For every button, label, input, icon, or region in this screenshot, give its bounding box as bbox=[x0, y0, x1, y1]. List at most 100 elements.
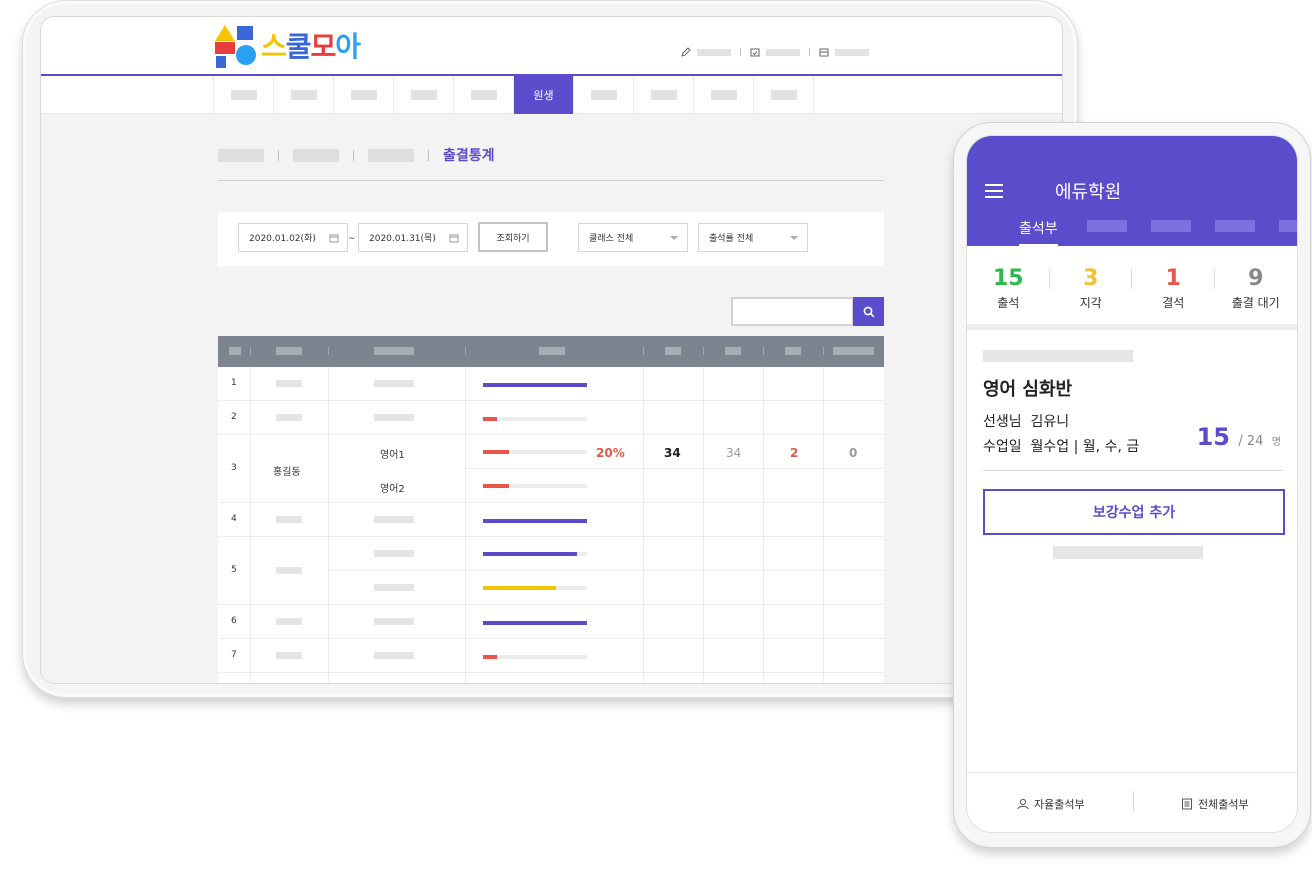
app-header: 에듀학원 출석부 bbox=[967, 136, 1297, 247]
stat-absent[interactable]: 1 결석 bbox=[1132, 246, 1215, 324]
nav-item-9[interactable] bbox=[694, 76, 754, 114]
phone-device: 에듀학원 출석부 15 출석 3 지각 1 결석 9 출결 대기 영어 심화반 … bbox=[953, 122, 1311, 848]
hamburger-menu-icon[interactable] bbox=[985, 184, 1003, 198]
class-name: 영어2 bbox=[380, 484, 405, 495]
date-to-value: 2020.01.31(목) bbox=[369, 234, 436, 244]
date-range-separator: ~ bbox=[348, 234, 356, 244]
nav-item-5[interactable] bbox=[454, 76, 514, 114]
tab-5[interactable] bbox=[1279, 220, 1297, 232]
attendance-table: 1 2 3 홍길동 영어1 영어2 20% 34 34 2 0 4 5 6 7 bbox=[218, 336, 884, 683]
tab-attendance-book[interactable]: 출석부 bbox=[1019, 218, 1058, 247]
column-header-no bbox=[229, 347, 241, 355]
row-number: 7 bbox=[231, 650, 237, 660]
calendar-icon bbox=[449, 234, 459, 243]
class-select[interactable]: 클래스 전체 bbox=[578, 223, 688, 252]
table-row[interactable]: 1 bbox=[218, 367, 884, 401]
list-icon bbox=[1182, 798, 1192, 810]
logo[interactable]: 스쿨모아 bbox=[213, 23, 378, 71]
divider bbox=[353, 149, 354, 161]
class-name: 영어1 bbox=[380, 450, 405, 461]
present-count: 34 bbox=[726, 446, 742, 460]
table-row[interactable]: 7 bbox=[218, 639, 884, 673]
stat-label: 결석 bbox=[1162, 296, 1185, 310]
class-placeholder bbox=[374, 584, 414, 591]
table-row[interactable]: 3 홍길동 영어1 영어2 20% 34 34 2 0 bbox=[218, 435, 884, 503]
add-makeup-class-button[interactable]: 보강수업 추가 bbox=[983, 489, 1285, 535]
column-header-class bbox=[374, 347, 414, 355]
stat-present[interactable]: 15 출석 bbox=[967, 246, 1050, 324]
nav-label-placeholder bbox=[230, 90, 257, 100]
logo-text-3: 모 bbox=[310, 30, 337, 63]
row-number: 6 bbox=[231, 616, 237, 626]
nav-item-8[interactable] bbox=[634, 76, 694, 114]
nav-item-2[interactable] bbox=[274, 76, 334, 114]
nav-item-3[interactable] bbox=[334, 76, 394, 114]
self-attendance-label: 자율출석부 bbox=[1034, 798, 1085, 811]
date-from-field[interactable]: 2020.01.02(화) bbox=[238, 223, 348, 252]
attendance-rate-bar bbox=[483, 417, 587, 421]
class-select-value: 클래스 전체 bbox=[589, 234, 634, 244]
table-row[interactable]: 6 bbox=[218, 605, 884, 639]
chevron-down-icon bbox=[790, 236, 798, 240]
table-header bbox=[218, 336, 884, 367]
stat-pending[interactable]: 9 출결 대기 bbox=[1215, 246, 1298, 324]
utility-link-2[interactable] bbox=[766, 48, 800, 56]
divider bbox=[967, 324, 1297, 330]
attendance-rate-fill bbox=[483, 417, 497, 421]
column-header-absent bbox=[833, 347, 874, 355]
tab-3[interactable] bbox=[1151, 220, 1191, 232]
search-input[interactable] bbox=[731, 297, 854, 326]
breadcrumb-item-2[interactable] bbox=[293, 148, 339, 162]
nav-item-7[interactable] bbox=[574, 76, 634, 114]
divider bbox=[823, 347, 824, 355]
column-header-total bbox=[665, 347, 681, 355]
all-attendance-label: 전체출석부 bbox=[1198, 798, 1249, 811]
attendance-rate-fill bbox=[483, 552, 577, 556]
utility-link-1[interactable] bbox=[697, 48, 731, 56]
date-to-field[interactable]: 2020.01.31(목) bbox=[358, 223, 468, 252]
attendance-rate-fill bbox=[483, 586, 556, 590]
user-icon bbox=[1017, 798, 1029, 810]
logo-text-2: 쿨 bbox=[285, 30, 312, 63]
breadcrumb-item-1[interactable] bbox=[218, 148, 264, 162]
table-row[interactable]: 2 bbox=[218, 401, 884, 435]
self-attendance-button[interactable]: 자율출석부 bbox=[1017, 796, 1085, 812]
breadcrumb: 출결통계 bbox=[218, 145, 495, 165]
nav-label-placeholder bbox=[590, 90, 617, 100]
utility-links bbox=[681, 47, 869, 57]
table-row[interactable]: 5 bbox=[218, 537, 884, 605]
stat-late[interactable]: 3 지각 bbox=[1050, 246, 1132, 324]
late-count: 2 bbox=[790, 446, 799, 460]
search-button[interactable] bbox=[853, 297, 884, 326]
breadcrumb-current: 출결통계 bbox=[443, 148, 495, 164]
class-day-label: 수업일 bbox=[983, 439, 1022, 455]
query-button[interactable]: 조회하기 bbox=[478, 222, 548, 252]
utility-link-3[interactable] bbox=[835, 48, 869, 56]
nav-item-4[interactable] bbox=[394, 76, 454, 114]
divider bbox=[428, 149, 429, 161]
calendar-icon bbox=[329, 234, 339, 243]
tablet-screen: 스쿨모아 원생 출결통계 2020.01.02(화) ~ 2020.01.31(… bbox=[40, 16, 1063, 684]
tab-2[interactable] bbox=[1087, 220, 1127, 232]
stat-number: 1 bbox=[1165, 266, 1181, 291]
breadcrumb-item-3[interactable] bbox=[368, 148, 414, 162]
divider bbox=[328, 347, 329, 355]
date-from-value: 2020.01.02(화) bbox=[249, 234, 316, 244]
row-number: 3 bbox=[231, 463, 237, 473]
nav-item-1[interactable] bbox=[214, 76, 274, 114]
search-icon bbox=[863, 306, 874, 317]
stat-label: 출결 대기 bbox=[1231, 296, 1280, 310]
attendance-rate-bar bbox=[483, 655, 587, 659]
tab-4[interactable] bbox=[1215, 220, 1255, 232]
all-attendance-button[interactable]: 전체출석부 bbox=[1181, 796, 1249, 812]
calendar-check-icon bbox=[750, 48, 760, 57]
nav-item-10[interactable] bbox=[754, 76, 814, 114]
row-number: 1 bbox=[231, 378, 237, 388]
table-row[interactable]: 4 bbox=[218, 503, 884, 537]
attendance-rate-select[interactable]: 출석률 전체 bbox=[698, 223, 808, 252]
store-icon bbox=[819, 48, 829, 57]
attendance-rate-bar bbox=[483, 552, 587, 556]
nav-item-students[interactable]: 원생 bbox=[514, 76, 574, 114]
teacher-name: 김유니 bbox=[1030, 414, 1070, 430]
logo-text: 스쿨모아 bbox=[261, 29, 361, 65]
